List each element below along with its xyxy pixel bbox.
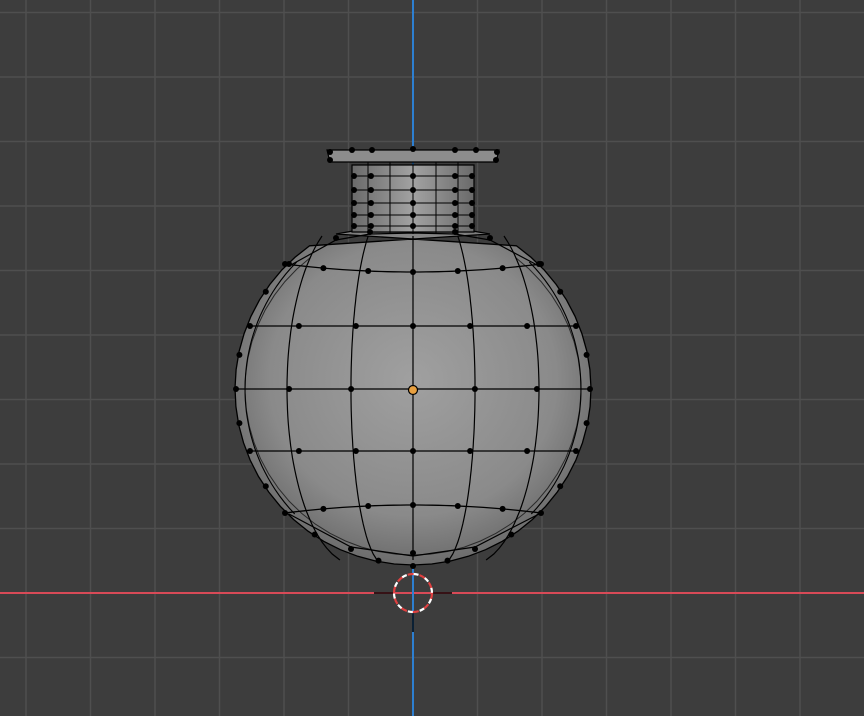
mesh-vertex[interactable] [295,323,302,329]
mesh-vertex[interactable] [367,229,373,235]
mesh-vertex[interactable] [538,510,544,516]
mesh-vertex[interactable] [587,386,593,392]
mesh-vertex[interactable] [351,187,357,193]
mesh-vertex[interactable] [499,265,506,272]
mesh-vertex[interactable] [410,223,416,229]
viewport-scene[interactable] [0,0,864,716]
mesh-vertex[interactable] [410,563,416,569]
mesh-vertex[interactable] [282,510,288,516]
3d-viewport[interactable] [0,0,864,716]
mesh-vertex[interactable] [524,323,531,329]
mesh-vertex[interactable] [286,261,292,267]
flask-mesh[interactable] [233,146,593,569]
mesh-vertex[interactable] [557,483,564,490]
mesh-vertex[interactable] [262,288,269,295]
mesh-vertex[interactable] [452,229,458,235]
mesh-vertex[interactable] [365,268,372,274]
mesh-vertex[interactable] [487,235,493,241]
mesh-vertex[interactable] [320,265,327,272]
mesh-vertex[interactable] [410,269,416,275]
object-origin-icon [407,384,419,396]
mesh-vertex[interactable] [352,448,359,454]
mesh-vertex[interactable] [557,288,564,295]
mesh-vertex[interactable] [236,351,243,358]
mesh-vertex[interactable] [444,557,451,564]
mesh-vertex[interactable] [452,223,458,229]
mesh-vertex[interactable] [348,386,355,392]
mesh-vertex[interactable] [524,448,531,454]
mesh-vertex[interactable] [493,157,499,163]
mesh-vertex[interactable] [369,147,375,153]
mesh-vertex[interactable] [351,173,357,179]
mesh-vertex[interactable] [320,505,327,512]
mesh-vertex[interactable] [536,261,542,267]
mesh-vertex[interactable] [471,386,478,392]
mesh-vertex[interactable] [452,200,458,206]
mesh-vertex[interactable] [351,200,357,206]
mesh-vertex[interactable] [368,200,374,206]
mesh-vertex[interactable] [508,531,515,538]
mesh-vertex[interactable] [349,147,355,153]
mesh-vertex[interactable] [286,386,293,392]
mesh-vertex[interactable] [236,420,243,427]
mesh-vertex[interactable] [452,147,458,153]
mesh-vertex[interactable] [327,157,333,163]
mesh-vertex[interactable] [410,212,416,218]
mesh-vertex[interactable] [473,147,479,153]
mesh-vertex[interactable] [368,212,374,218]
mesh-vertex[interactable] [327,149,333,155]
mesh-vertex[interactable] [262,483,269,490]
mesh-vertex[interactable] [410,200,416,206]
mesh-vertex[interactable] [467,448,474,454]
mesh-vertex[interactable] [247,323,253,329]
mesh-vertex[interactable] [533,386,540,392]
mesh-vertex[interactable] [452,212,458,218]
mesh-vertex[interactable] [467,323,474,329]
mesh-vertex[interactable] [410,550,416,556]
mesh-vertex[interactable] [410,187,416,193]
mesh-vertex[interactable] [494,149,500,155]
mesh-vertex[interactable] [472,546,478,552]
mesh-vertex[interactable] [583,351,590,358]
mesh-vertex[interactable] [410,502,416,508]
mesh-vertex[interactable] [375,557,382,564]
mesh-vertex[interactable] [410,146,416,152]
mesh-vertex[interactable] [368,187,374,193]
mesh-vertex[interactable] [351,212,357,218]
mesh-vertex[interactable] [469,212,475,218]
mesh-vertex[interactable] [469,223,475,229]
mesh-vertex[interactable] [368,223,374,229]
mesh-vertex[interactable] [573,448,579,454]
mesh-vertex[interactable] [410,323,416,329]
mesh-vertex[interactable] [469,173,475,179]
mesh-vertex[interactable] [452,173,458,179]
mesh-vertex[interactable] [233,386,239,392]
mesh-vertex[interactable] [351,223,357,229]
mesh-vertex[interactable] [368,173,374,179]
mesh-vertex[interactable] [352,323,359,329]
mesh-vertex[interactable] [247,448,253,454]
mesh-vertex[interactable] [410,448,416,454]
mesh-vertex[interactable] [410,173,416,179]
mesh-vertex[interactable] [365,503,372,509]
mesh-vertex[interactable] [452,187,458,193]
mesh-vertex[interactable] [454,268,461,274]
mesh-vertex[interactable] [333,235,339,241]
mesh-vertex[interactable] [469,200,475,206]
mesh-vertex[interactable] [311,531,318,538]
mesh-vertex[interactable] [573,323,579,329]
mesh-vertex[interactable] [295,448,302,454]
mesh-vertex[interactable] [348,546,354,552]
mesh-vertex[interactable] [499,505,506,512]
mesh-vertex[interactable] [469,187,475,193]
mesh-vertex[interactable] [583,420,590,427]
mesh-vertex[interactable] [454,503,461,509]
